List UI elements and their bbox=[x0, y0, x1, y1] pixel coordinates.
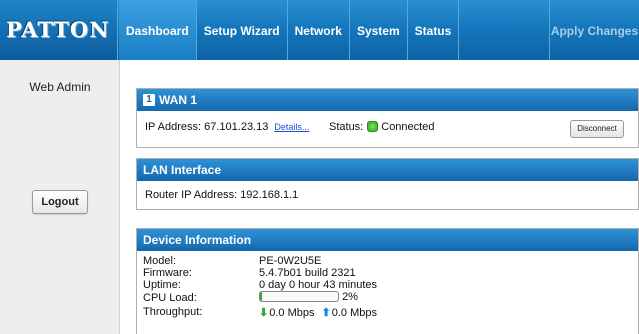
top-nav-bar: PATTON Dashboard Setup Wizard Network Sy… bbox=[0, 0, 639, 60]
device-info-body: Model: PE-0W2U5E Firmware: 5.4.7b01 buil… bbox=[137, 251, 638, 334]
firmware-value: 5.4.7b01 build 2321 bbox=[259, 267, 356, 279]
cpu-load-row: 2% bbox=[259, 291, 358, 303]
throughput-label: Throughput: bbox=[143, 306, 203, 318]
cpu-load-label: CPU Load: bbox=[143, 292, 197, 304]
wan-status-row: Status: Connected bbox=[329, 121, 434, 133]
tab-network[interactable]: Network bbox=[288, 0, 350, 60]
wan-details-link[interactable]: Details... bbox=[274, 122, 309, 132]
tab-setup-wizard[interactable]: Setup Wizard bbox=[197, 0, 288, 60]
wan-panel: 1 WAN 1 IP Address: 67.101.23.13 Details… bbox=[136, 88, 639, 148]
upload-value: 0.0 Mbps bbox=[331, 307, 377, 319]
status-led-icon bbox=[367, 121, 379, 132]
disconnect-button[interactable]: Disconnect bbox=[570, 120, 624, 138]
wan-ip-row: IP Address: 67.101.23.13 Details... bbox=[145, 121, 309, 133]
wan-panel-header: 1 WAN 1 bbox=[137, 89, 638, 111]
download-value: 0.0 Mbps bbox=[269, 307, 315, 319]
device-info-header: Device Information bbox=[137, 229, 638, 251]
cpu-load-fill bbox=[260, 292, 262, 301]
uptime-value: 0 day 0 hour 43 minutes bbox=[259, 279, 378, 291]
lan-panel: LAN Interface Router IP Address: 192.168… bbox=[136, 158, 639, 210]
wan-ip-value: 67.101.23.13 bbox=[204, 121, 269, 133]
logout-button[interactable]: Logout bbox=[32, 190, 88, 214]
router-ip-label: Router IP Address: bbox=[145, 189, 238, 201]
model-value: PE-0W2U5E bbox=[259, 255, 322, 267]
cpu-load-value: 2% bbox=[342, 291, 358, 303]
firmware-label: Firmware: bbox=[143, 267, 192, 279]
cpu-load-bar bbox=[259, 291, 339, 302]
device-info-panel: Device Information Model: PE-0W2U5E Firm… bbox=[136, 228, 639, 334]
wan-ip-label: IP Address: bbox=[145, 121, 202, 133]
wan-status-value: Connected bbox=[381, 121, 435, 133]
tab-system[interactable]: System bbox=[350, 0, 408, 60]
wan-status-label: Status: bbox=[329, 121, 364, 133]
download-arrow-icon: ⬇ bbox=[259, 307, 269, 319]
upload-arrow-icon: ⬆ bbox=[321, 307, 331, 319]
tab-dashboard[interactable]: Dashboard bbox=[119, 0, 197, 60]
tab-status[interactable]: Status bbox=[408, 0, 460, 60]
model-label: Model: bbox=[143, 255, 177, 267]
wan-number-badge: 1 bbox=[143, 94, 155, 106]
logo-text: PATTON bbox=[6, 17, 110, 42]
wan-panel-body: IP Address: 67.101.23.13 Details... Stat… bbox=[137, 111, 638, 147]
main-nav: Dashboard Setup Wizard Network System St… bbox=[119, 0, 460, 60]
sidebar: Web Admin Logout bbox=[0, 60, 120, 334]
wan-title: WAN 1 bbox=[159, 93, 198, 107]
web-admin-label: Web Admin bbox=[29, 80, 91, 94]
throughput-row: ⬇0.0 Mbps ⬆0.0 Mbps bbox=[259, 306, 377, 319]
apply-changes-button[interactable]: Apply Changes bbox=[549, 0, 639, 60]
lan-panel-body: Router IP Address: 192.168.1.1 bbox=[137, 181, 638, 209]
lan-panel-header: LAN Interface bbox=[137, 159, 638, 181]
patton-logo: PATTON bbox=[0, 0, 118, 60]
router-ip-value: 192.168.1.1 bbox=[240, 189, 299, 201]
uptime-label: Uptime: bbox=[143, 279, 181, 291]
router-ip-row: Router IP Address: 192.168.1.1 bbox=[145, 189, 298, 201]
